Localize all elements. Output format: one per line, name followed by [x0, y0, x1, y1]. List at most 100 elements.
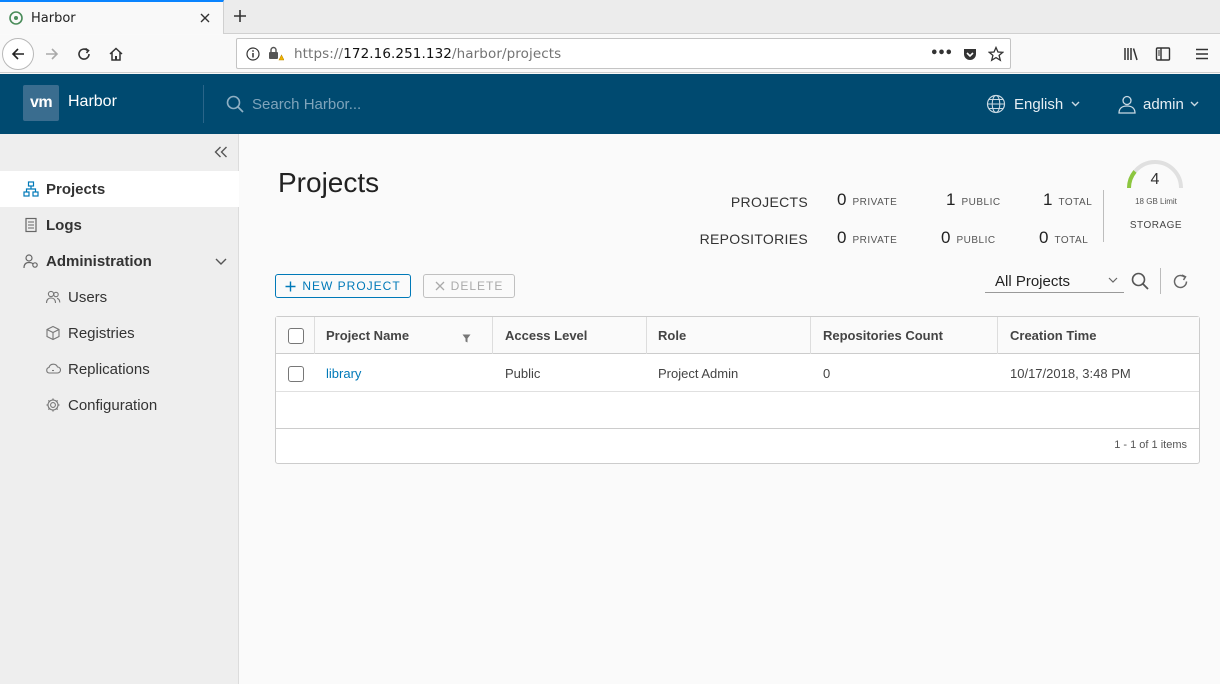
sidebar-item-replications[interactable]: Replications	[0, 351, 239, 387]
project-filter-select[interactable]: All Projects	[985, 270, 1124, 293]
search-icon	[226, 95, 244, 113]
sidebar-item-label: Configuration	[68, 396, 158, 414]
datagrid-footer: 1 - 1 of 1 items	[276, 428, 1199, 463]
close-tab-icon[interactable]	[193, 6, 217, 30]
info-icon[interactable]	[246, 46, 260, 61]
page-title: Projects	[278, 167, 380, 198]
search-icon[interactable]	[1130, 271, 1150, 291]
forward-button[interactable]	[36, 38, 68, 70]
language-label: English	[1014, 95, 1064, 113]
column-header-repositories-count[interactable]: Repositories Count	[823, 317, 943, 354]
column-separator	[314, 317, 315, 354]
projects-private-stat: 0 PRIVATE	[837, 190, 898, 209]
repositories-count-cell: 0	[823, 366, 831, 381]
projects-summary-label: PROJECTS	[730, 194, 808, 210]
column-header-access-level[interactable]: Access Level	[505, 317, 587, 354]
sidebar-item-projects[interactable]: Projects	[0, 171, 239, 207]
storage-limit: 18 GB Limit	[1135, 197, 1177, 206]
column-separator	[646, 317, 647, 354]
toolbar-divider	[1160, 268, 1161, 294]
plus-icon	[285, 281, 296, 292]
datagrid-header: Project Name Access Level Role Repositor…	[276, 317, 1199, 354]
browser-toolbar: https://172.16.251.132/harbor/projects •…	[0, 35, 1220, 73]
browser-tab-bar: Harbor	[0, 0, 1220, 34]
library-icon[interactable]	[1116, 38, 1148, 70]
sidebar-item-label: Administration	[46, 252, 152, 270]
header-divider	[203, 85, 204, 123]
url-text: https://172.16.251.132/harbor/projects	[294, 45, 562, 62]
user-dropdown[interactable]: admin	[1117, 92, 1199, 116]
sidebar-toggle-icon[interactable]	[1147, 38, 1179, 70]
app-header: vm Harbor English admin	[0, 74, 1220, 134]
column-header-creation-time[interactable]: Creation Time	[1010, 317, 1096, 354]
repositories-summary-label: REPOSITORIES	[699, 231, 808, 247]
insecure-lock-icon[interactable]	[268, 46, 284, 61]
address-bar[interactable]: https://172.16.251.132/harbor/projects •…	[236, 38, 1011, 69]
close-icon	[435, 281, 445, 291]
column-separator	[997, 317, 998, 354]
global-search[interactable]	[226, 92, 526, 116]
sidebar-item-label: Registries	[68, 324, 135, 342]
sidebar-item-users[interactable]: Users	[0, 279, 239, 315]
sidebar-item-administration[interactable]: Administration	[0, 243, 239, 279]
bookmark-star-icon[interactable]	[988, 45, 1004, 62]
projects-public-stat: 1 PUBLIC	[946, 190, 1001, 209]
chevron-down-icon	[215, 253, 227, 270]
summary-divider	[1103, 190, 1104, 242]
username: admin	[1143, 95, 1184, 113]
sidebar-item-label: Replications	[68, 360, 150, 378]
tab-title: Harbor	[31, 10, 76, 26]
replications-icon	[45, 361, 61, 377]
search-input[interactable]	[252, 95, 512, 113]
home-icon[interactable]	[100, 38, 132, 70]
projects-datagrid: Project Name Access Level Role Repositor…	[275, 316, 1200, 464]
column-separator	[492, 317, 493, 354]
project-name-link[interactable]: library	[326, 355, 361, 392]
brand-name[interactable]: Harbor	[68, 93, 117, 111]
sidebar-item-label: Projects	[46, 180, 106, 198]
storage-used-value: 4	[1150, 171, 1160, 188]
sidebar-item-configuration[interactable]: Configuration	[0, 387, 239, 423]
harbor-favicon-icon	[9, 11, 23, 25]
pocket-icon[interactable]	[962, 46, 978, 62]
filter-selected-value: All Projects	[995, 272, 1071, 290]
back-button[interactable]	[2, 38, 34, 70]
pagination-summary: 1 - 1 of 1 items	[1114, 439, 1187, 451]
chevron-down-icon	[1108, 277, 1118, 283]
page-actions-icon[interactable]: •••	[930, 46, 953, 61]
sidebar-item-logs[interactable]: Logs	[0, 207, 239, 243]
refresh-icon[interactable]	[1170, 271, 1190, 291]
repositories-total-stat: 0 TOTAL	[1039, 228, 1089, 247]
select-all-checkbox[interactable]	[288, 328, 304, 344]
creation-time-cell: 10/17/2018, 3:48 PM	[1010, 366, 1131, 381]
delete-button[interactable]: DELETE	[423, 274, 515, 298]
new-project-button[interactable]: NEW PROJECT	[275, 274, 411, 298]
globe-icon	[986, 94, 1006, 114]
administration-icon	[23, 253, 39, 269]
repositories-private-stat: 0 PRIVATE	[837, 228, 898, 247]
sidebar-item-label: Users	[68, 288, 108, 306]
projects-icon	[23, 181, 39, 197]
menu-icon[interactable]	[1186, 38, 1218, 70]
column-separator	[810, 317, 811, 354]
language-dropdown[interactable]: English	[986, 92, 1080, 116]
reload-icon[interactable]	[68, 38, 100, 70]
logs-icon	[23, 217, 39, 233]
sidebar-item-registries[interactable]: Registries	[0, 315, 239, 351]
column-header-role[interactable]: Role	[658, 317, 686, 354]
row-checkbox[interactable]	[288, 366, 304, 382]
new-tab-icon[interactable]	[228, 4, 252, 28]
repositories-public-stat: 0 PUBLIC	[941, 228, 996, 247]
registries-icon	[45, 325, 61, 341]
vmware-logo[interactable]: vm	[23, 85, 59, 121]
projects-total-stat: 1 TOTAL	[1043, 190, 1093, 209]
filter-icon[interactable]	[462, 332, 471, 347]
users-icon	[45, 289, 61, 305]
chevron-down-icon	[1190, 101, 1199, 107]
access-level-cell: Public	[505, 366, 541, 381]
browser-tab[interactable]: Harbor	[0, 0, 224, 34]
collapse-sidebar-icon[interactable]	[212, 143, 230, 161]
sidebar: Projects Logs Administration Users Regis…	[0, 134, 239, 684]
table-row[interactable]: library Public Project Admin 0 10/17/201…	[276, 355, 1199, 392]
column-header-project-name[interactable]: Project Name	[326, 317, 409, 354]
